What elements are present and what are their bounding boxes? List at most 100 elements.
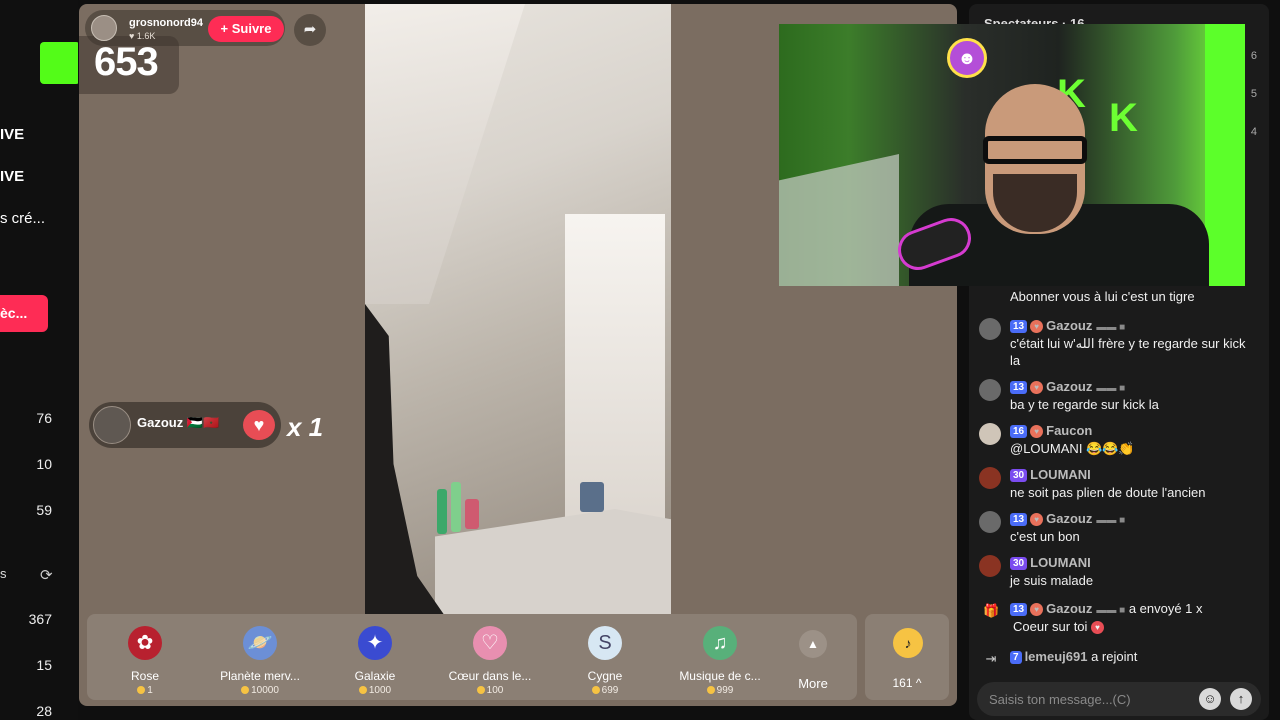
sidebar-nav-item[interactable]: s cré... [0, 210, 45, 227]
sidebar-viewer-count: 10 [36, 456, 52, 472]
mascot-badge-icon: ☻ [947, 38, 987, 78]
cam-glow-shape [1205, 24, 1245, 286]
swan-icon: S [588, 626, 622, 660]
chat-message-text: ne soit pas plien de doute l'ancien [1010, 485, 1206, 500]
gift-price: 1 [90, 685, 200, 696]
chat-message-text: Coeur sur toi ♥ [1013, 618, 1253, 635]
level-badge: 30 [1010, 557, 1028, 570]
gift-price: 999 [665, 685, 775, 696]
level-badge: 13 [1010, 603, 1028, 616]
galaxy-icon: ✦ [358, 626, 392, 660]
sidebar-nav-item[interactable]: IVE [0, 126, 24, 143]
chat-username[interactable]: LOUMANI [1030, 467, 1091, 482]
left-sidebar: IVE IVE s cré... èc... 76 10 59 s ⟳ 367 … [0, 0, 78, 720]
chat-message-text: c'était lui w'الله frère y te regarde su… [1010, 336, 1246, 368]
heart-gift-icon: ♥ [1091, 621, 1105, 634]
rank-number: 4 [1250, 126, 1257, 138]
chat-username[interactable]: lemeuj691 [1025, 649, 1088, 664]
chat-message-header[interactable]: 13 ♥ Gazouz ▬▬ ■ [1010, 511, 1125, 526]
gift-name: Planète merv... [220, 669, 300, 683]
cam-chair-shape [779, 154, 899, 286]
video-bottle-shape [437, 489, 447, 534]
gift-item-galaxy[interactable]: ✦ Galaxie 1000 [320, 614, 430, 700]
chat-username[interactable]: Gazouz [1046, 379, 1092, 394]
chat-message-header[interactable]: 7 lemeuj691 a rejoint [1010, 649, 1137, 664]
chat-message-text: ba y te regarde sur kick la [1010, 397, 1159, 412]
chat-message-header[interactable]: 13 ♥ Gazouz ▬▬ ■ [1010, 318, 1125, 333]
gift-sender-name: Gazouz 🇵🇸🇲🇦 [137, 415, 220, 430]
gift-name: Coeur sur toi [1013, 619, 1088, 634]
video-bottle-shape [451, 482, 461, 532]
avatar[interactable] [979, 467, 1001, 489]
join-icon: ⇥ [985, 651, 997, 666]
chat-username[interactable]: Gazouz [1046, 601, 1092, 616]
gift-price: 100 [435, 685, 545, 696]
chevron-up-icon[interactable]: ▲ [799, 630, 827, 658]
gift-notification: Gazouz 🇵🇸🇲🇦 ♥ [89, 402, 281, 448]
chat-message-header[interactable]: 13 ♥ Gazouz ▬▬ ■ [1010, 379, 1125, 394]
avatar[interactable] [979, 379, 1001, 401]
chat-message-header[interactable]: 13 ♥ Gazouz ▬▬ ■ a envoyé 1 x [1010, 601, 1203, 616]
coin-balance-box[interactable]: ♪ 161 ^ [865, 614, 949, 700]
gift-action-text: a envoyé 1 x [1128, 601, 1203, 616]
sidebar-viewer-count: 367 [28, 611, 52, 627]
flag-icons: ▬▬ ■ [1096, 383, 1126, 394]
cam-glasses-shape [983, 136, 1087, 164]
fan-heart-icon: ♥ [1030, 603, 1044, 616]
gift-item-music[interactable]: ♫ Musique de c... 999 [665, 614, 775, 700]
avatar[interactable] [979, 423, 1001, 445]
stream-video[interactable] [365, 4, 671, 616]
fan-heart-icon: ♥ [1030, 513, 1044, 526]
chat-message-text: @LOUMANI 😂😂👏 [1010, 441, 1135, 456]
heart-gift-icon: ♥ [243, 410, 275, 440]
video-wall-shape [365, 4, 525, 304]
chat-message-text: Abonner vous à lui c'est un tigre [1010, 289, 1195, 304]
more-gifts-button[interactable]: More [787, 676, 839, 691]
sidebar-viewer-count: 15 [36, 657, 52, 673]
gift-name: Musique de c... [679, 669, 761, 683]
rank-number: 6 [1250, 50, 1257, 62]
avatar[interactable] [979, 555, 1001, 577]
host-avatar[interactable] [91, 15, 117, 41]
chat-username[interactable]: LOUMANI [1030, 555, 1091, 570]
coin-icon [476, 686, 485, 695]
host-name[interactable]: grosnonord94 [129, 17, 203, 29]
send-icon[interactable]: ↑ [1230, 688, 1252, 710]
follow-button[interactable]: + Suivre [208, 16, 284, 42]
chat-message-header[interactable]: 30 LOUMANI [1010, 555, 1091, 570]
gift-multiplier: x 1 [287, 412, 324, 442]
kick-k-icon: K [1109, 96, 1138, 140]
chat-username[interactable]: Gazouz [1046, 318, 1092, 333]
coin-icon [137, 686, 146, 695]
share-icon[interactable]: ➦ [294, 14, 326, 46]
gift-item-rose[interactable]: ✿ Rose 1 [90, 614, 200, 700]
gift-bar: ✿ Rose 1 🪐 Planète merv... 10000 ✦ Galax… [87, 614, 857, 700]
gift-item-planet[interactable]: 🪐 Planète merv... 10000 [205, 614, 315, 700]
fan-heart-icon: ♥ [1030, 320, 1044, 333]
avatar[interactable] [979, 511, 1001, 533]
gift-item-swan[interactable]: S Cygne 699 [550, 614, 660, 700]
chat-message-text: c'est un bon [1010, 529, 1080, 544]
live-score: 653 [94, 40, 159, 84]
sidebar-login-button[interactable]: èc... [0, 295, 48, 332]
chat-username[interactable]: Faucon [1046, 423, 1092, 438]
coin-balance[interactable]: 161 ^ [865, 676, 949, 690]
chat-message-text: je suis malade [1010, 573, 1094, 588]
gift-price: 1000 [320, 685, 430, 696]
refresh-icon[interactable]: ⟳ [40, 566, 53, 584]
chat-message-header[interactable]: 30 LOUMANI [1010, 467, 1091, 482]
join-action-text: a rejoint [1091, 649, 1138, 664]
gift-item-heart-hands[interactable]: ♡ Cœur dans le... 100 [435, 614, 545, 700]
emoji-icon[interactable]: ☺ [1199, 688, 1221, 710]
sidebar-nav-item[interactable]: IVE [0, 168, 24, 185]
avatar[interactable] [979, 318, 1001, 340]
fan-heart-icon: ♥ [1030, 381, 1044, 394]
rank-number: 5 [1250, 88, 1257, 100]
gift-icon: 🎁 [983, 603, 1000, 618]
video-box-shape [580, 482, 604, 512]
sidebar-section-label: s [0, 566, 7, 581]
gift-name: Cygne [587, 669, 623, 683]
kick-logo[interactable] [40, 42, 78, 84]
chat-username[interactable]: Gazouz [1046, 511, 1092, 526]
chat-message-header[interactable]: 16 ♥ Faucon [1010, 423, 1092, 438]
